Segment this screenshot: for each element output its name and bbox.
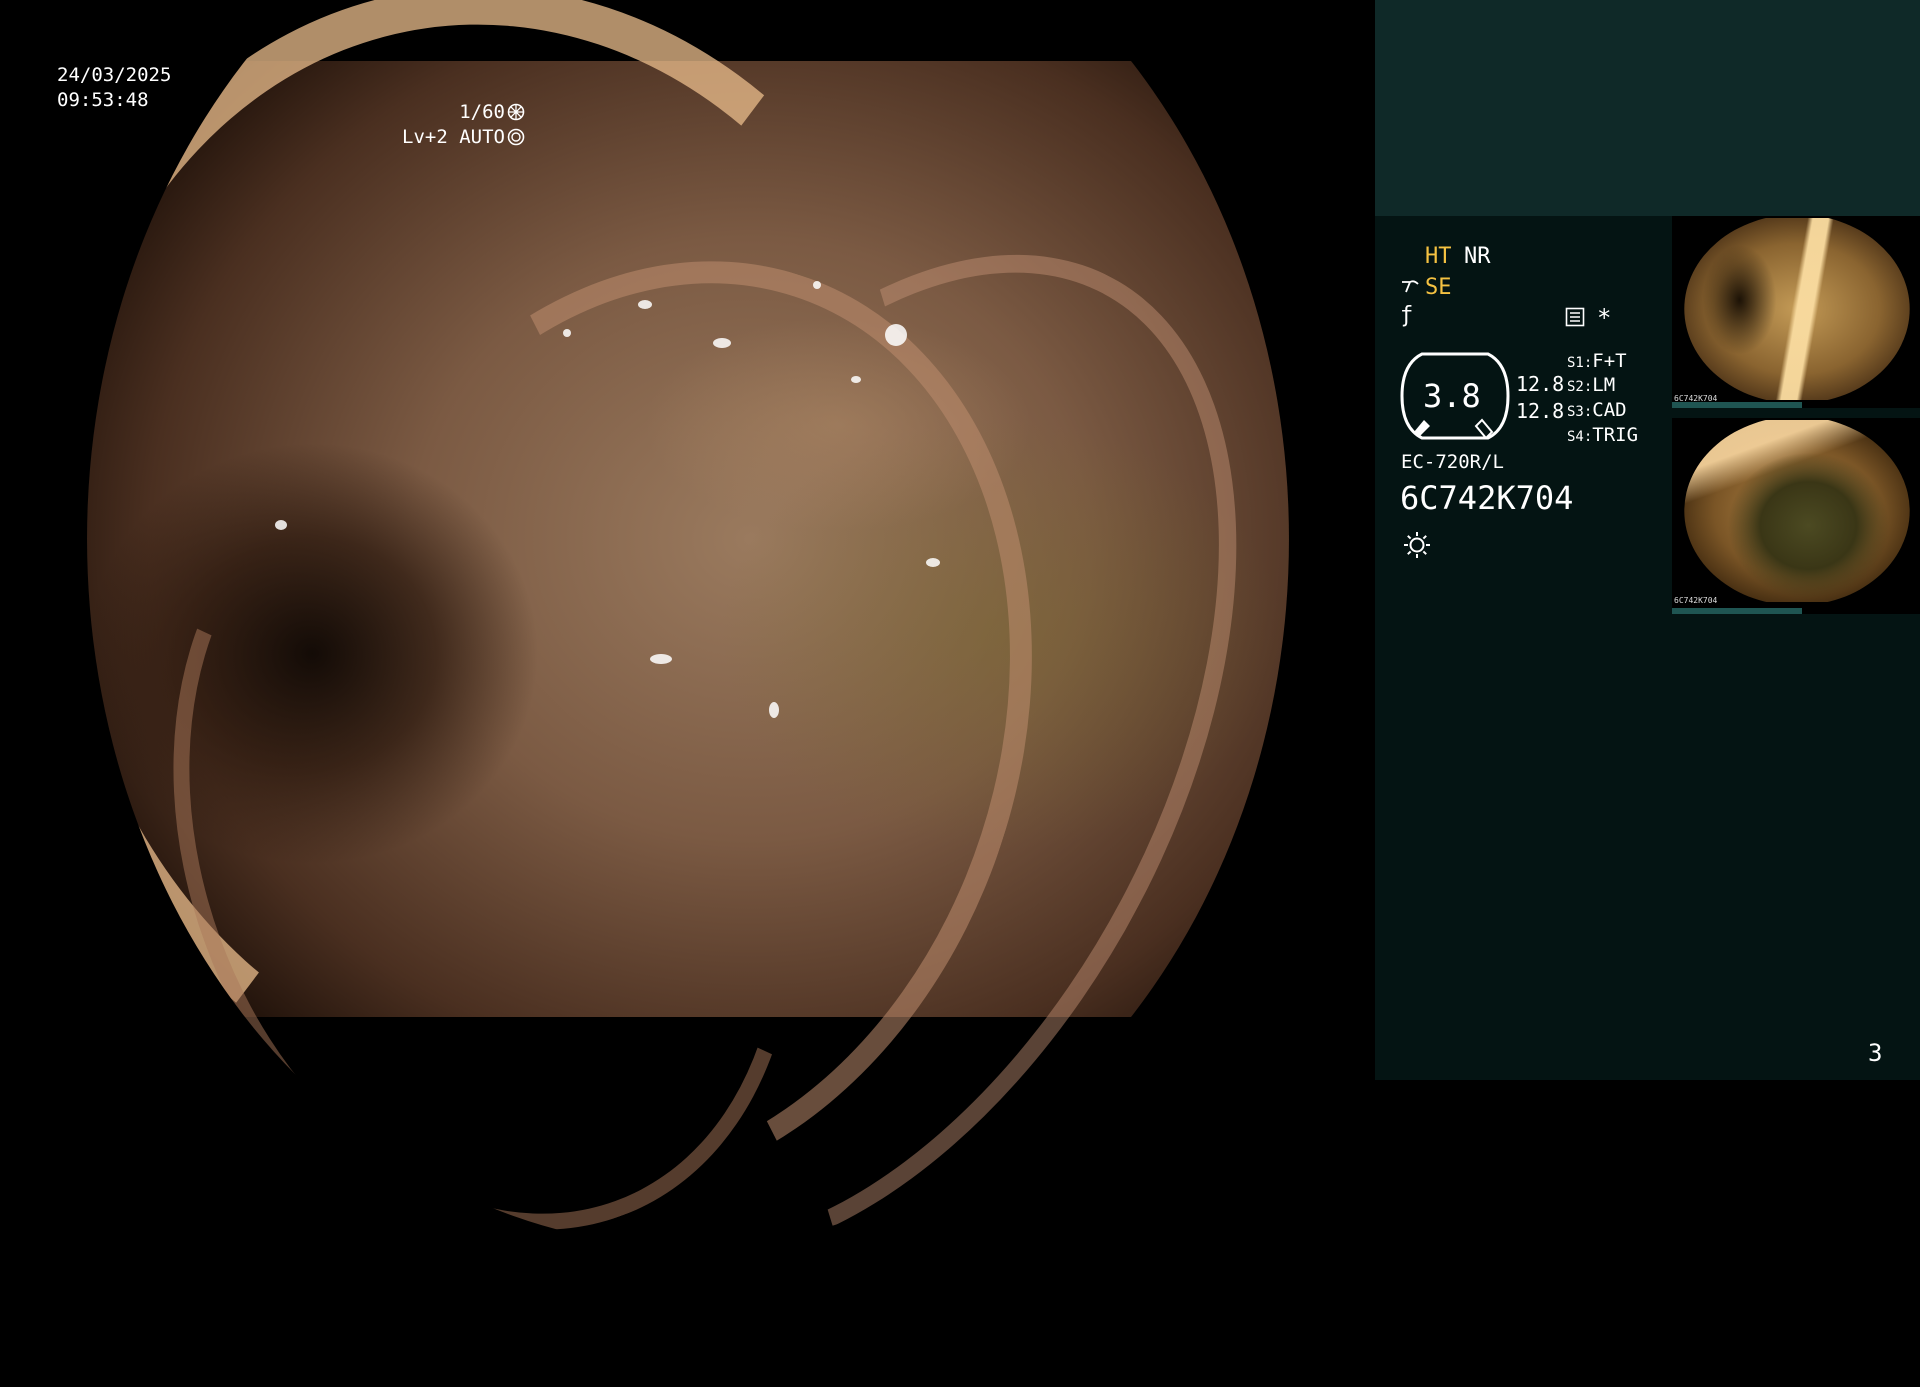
star-indicator: * (1597, 304, 1612, 332)
switch-key: S2 (1567, 379, 1584, 395)
panel-header-area (1375, 0, 1920, 216)
switch-s4: S4:TRIG (1567, 424, 1639, 446)
light-reflection (650, 653, 673, 664)
shutter-icon (507, 103, 525, 121)
thumbnail-label: 6C742K704 (1674, 596, 1718, 605)
thumbnail-image (1684, 420, 1910, 602)
thumbnail-image (1684, 218, 1910, 400)
thumbnail-bar (1672, 608, 1802, 614)
switch-value: TRIG (1592, 424, 1639, 446)
captured-thumbnail[interactable]: 6C742K704 (1672, 418, 1920, 614)
switch-s2: S2:LM (1567, 374, 1616, 396)
switch-key: S1 (1567, 355, 1584, 371)
switch-key: S4 (1567, 429, 1584, 445)
light-icon (1404, 532, 1430, 558)
shutter-text: 1/60 (459, 101, 505, 123)
switch-value: LM (1592, 374, 1616, 396)
page-number: 3 (1868, 1039, 1883, 1067)
readout-1: 12.8 (1516, 372, 1565, 396)
date-time-display: 24/03/2025 09:53:48 (57, 63, 171, 113)
captured-thumbnail[interactable]: 6C742K704 (1672, 216, 1920, 408)
light-reflection (562, 328, 571, 337)
light-reflection (274, 519, 287, 530)
readout-2: 12.8 (1516, 399, 1565, 423)
se-icon (1402, 280, 1419, 293)
scope-model: EC-720R/L (1401, 451, 1504, 473)
light-reflection (884, 323, 907, 346)
light-reflection (637, 300, 652, 309)
time-text: 09:53:48 (57, 89, 149, 111)
switch-key: S3 (1567, 404, 1584, 420)
switch-value: CAD (1592, 399, 1627, 421)
scope-serial: 6C742K704 (1400, 479, 1574, 517)
light-reflection (925, 558, 940, 568)
ht-indicator: HT (1425, 244, 1452, 269)
thumbnail-bar (1672, 402, 1802, 408)
switch-value: F+T (1592, 350, 1627, 372)
switch-s3: S3:CAD (1567, 399, 1627, 421)
switch-s1: S1:F+T (1567, 350, 1627, 372)
zoom-value: 3.8 (1423, 377, 1481, 415)
endoscope-image-area: 24/03/2025 09:53:48 1/60 Lv+2 AUTO (0, 0, 1375, 1247)
se-indicator: SE (1425, 275, 1452, 300)
f-icon: ƒ (1400, 303, 1414, 328)
auto-iris-icon (507, 128, 525, 146)
enhancement-icon (1565, 307, 1585, 327)
level-text: Lv+2 AUTO (402, 126, 505, 148)
exposure-display: 1/60 Lv+2 AUTO (402, 100, 525, 150)
endoscope-live-view (87, 0, 1289, 1247)
date-text: 24/03/2025 (57, 64, 172, 86)
nr-indicator: NR (1464, 244, 1491, 269)
